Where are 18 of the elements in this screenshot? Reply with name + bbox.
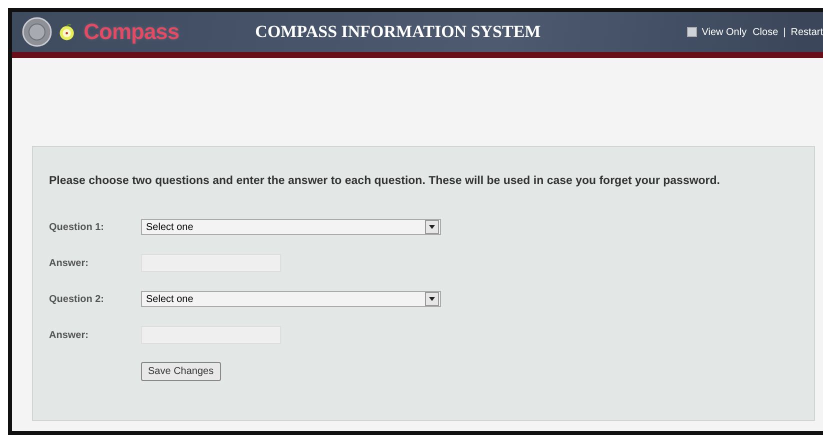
field-label: Answer: (49, 258, 90, 268)
header-link[interactable]: Restart (790, 26, 823, 38)
view-only-checkbox[interactable] (686, 27, 697, 37)
question-dropdown[interactable]: Select one (141, 291, 441, 307)
dropdown-arrow-icon (429, 297, 435, 301)
dropdown-arrow-icon (429, 225, 435, 229)
system-title: COMPASS INFORMATION SYSTEM (255, 22, 541, 42)
field-label: Answer: (49, 330, 90, 340)
save-changes-button[interactable]: Save Changes (141, 362, 221, 380)
question-dropdown[interactable]: Select one (141, 219, 441, 235)
header-link[interactable]: Close (752, 26, 778, 38)
field-label: Question 2: (49, 294, 106, 304)
field-label: Question 1: (49, 222, 106, 232)
logo-text: Compass (84, 19, 180, 45)
view-only-label: View Only (702, 26, 747, 38)
instructions-text: Please choose two questions and enter the answer to each question. These will be used in case you forget your password. (49, 175, 721, 187)
seal-icon (22, 17, 52, 47)
link-separator: | (783, 26, 786, 38)
